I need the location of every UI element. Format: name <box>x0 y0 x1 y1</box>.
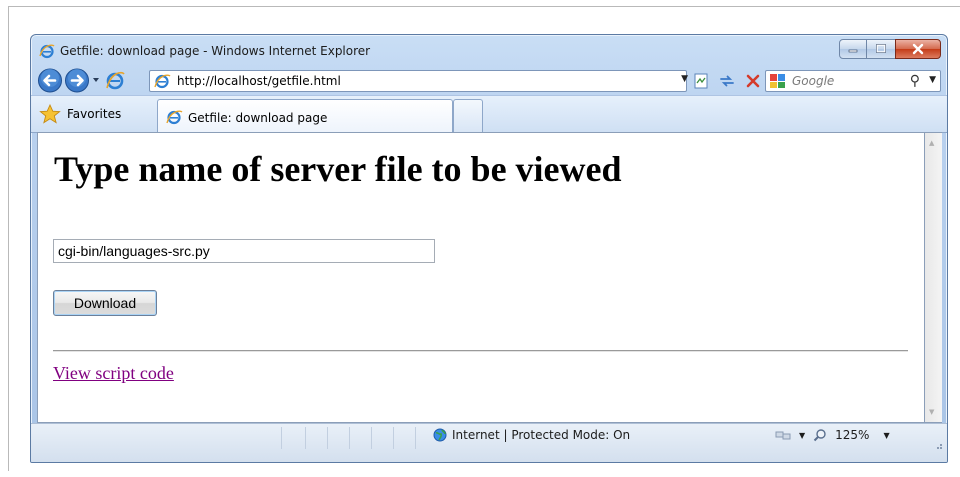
ie-logo-icon <box>39 44 55 59</box>
status-divider <box>371 427 372 449</box>
page-content: Type name of server file to be viewed Do… <box>37 132 925 423</box>
search-icon[interactable]: ⚲ <box>910 73 920 89</box>
scroll-up-icon[interactable]: ▲ <box>929 139 934 147</box>
status-divider <box>305 427 306 449</box>
minimize-button[interactable] <box>839 39 867 59</box>
status-right: ▼ 125% ▼ <box>775 428 890 442</box>
vertical-scrollbar[interactable]: ▲ ▼ <box>925 132 942 423</box>
search-dropdown-icon[interactable]: ▼ <box>929 75 936 85</box>
divider <box>53 350 908 352</box>
zoom-icon <box>813 429 826 442</box>
search-box[interactable]: Google ⚲ ▼ <box>765 70 941 92</box>
status-divider <box>327 427 328 449</box>
view-script-code-link[interactable]: View script code <box>53 363 174 384</box>
globe-icon <box>433 428 447 442</box>
status-divider <box>281 427 282 449</box>
stop-icon <box>746 74 760 88</box>
stop-button[interactable] <box>743 71 763 91</box>
browser-window: Getfile: download page - Windows Interne… <box>30 34 948 463</box>
compatibility-view-button[interactable] <box>691 71 711 91</box>
close-button[interactable] <box>895 39 941 59</box>
status-divider <box>393 427 394 449</box>
ie-logo-icon <box>166 110 183 125</box>
refresh-button[interactable] <box>717 71 737 91</box>
maximize-button[interactable] <box>867 39 895 59</box>
address-tools <box>691 70 763 92</box>
page-heading: Type name of server file to be viewed <box>54 149 622 189</box>
minimize-icon <box>848 49 858 53</box>
maximize-icon <box>876 44 886 53</box>
frame-line <box>8 6 960 7</box>
window-controls <box>839 39 941 59</box>
zoom-dropdown-icon[interactable]: ▼ <box>883 431 889 440</box>
favorites-button[interactable]: Favorites <box>67 107 121 121</box>
filename-input[interactable] <box>53 239 435 263</box>
tab-label: Getfile: download page <box>188 111 328 125</box>
network-icon[interactable] <box>775 428 791 442</box>
frame-line <box>8 6 9 471</box>
page-icon <box>154 74 171 89</box>
favorites-star-icon <box>39 104 61 124</box>
status-divider <box>349 427 350 449</box>
status-bar: Internet | Protected Mode: On ▼ 125% ▼ <box>31 423 947 462</box>
zoom-level[interactable]: 125% <box>835 428 869 442</box>
close-icon <box>912 43 924 55</box>
security-zone-label: Internet | Protected Mode: On <box>452 428 631 442</box>
address-bar[interactable]: http://localhost/getfile.html ▼ <box>149 70 688 92</box>
resize-grip-icon[interactable] <box>933 442 943 450</box>
address-url: http://localhost/getfile.html <box>177 74 341 88</box>
new-tab-button[interactable] <box>453 99 483 132</box>
tab-bar: Favorites Getfile: download page <box>31 95 947 133</box>
security-zone[interactable]: Internet | Protected Mode: On <box>433 428 630 442</box>
title-bar: Getfile: download page - Windows Interne… <box>31 35 947 65</box>
search-input[interactable]: Google <box>792 74 834 88</box>
download-button[interactable]: Download <box>53 290 157 316</box>
window-title: Getfile: download page - Windows Interne… <box>60 44 371 58</box>
back-forward-buttons <box>38 68 125 93</box>
status-divider <box>415 427 416 449</box>
navigation-bar: http://localhost/getfile.html ▼ Google ⚲… <box>31 65 947 95</box>
compatibility-view-icon <box>694 73 708 89</box>
google-icon <box>770 74 785 88</box>
scroll-down-icon[interactable]: ▼ <box>929 408 934 416</box>
network-dropdown-icon[interactable]: ▼ <box>799 431 805 440</box>
address-dropdown-icon[interactable]: ▼ <box>681 74 688 84</box>
refresh-icon <box>720 75 734 87</box>
tab-getfile[interactable]: Getfile: download page <box>157 99 453 132</box>
